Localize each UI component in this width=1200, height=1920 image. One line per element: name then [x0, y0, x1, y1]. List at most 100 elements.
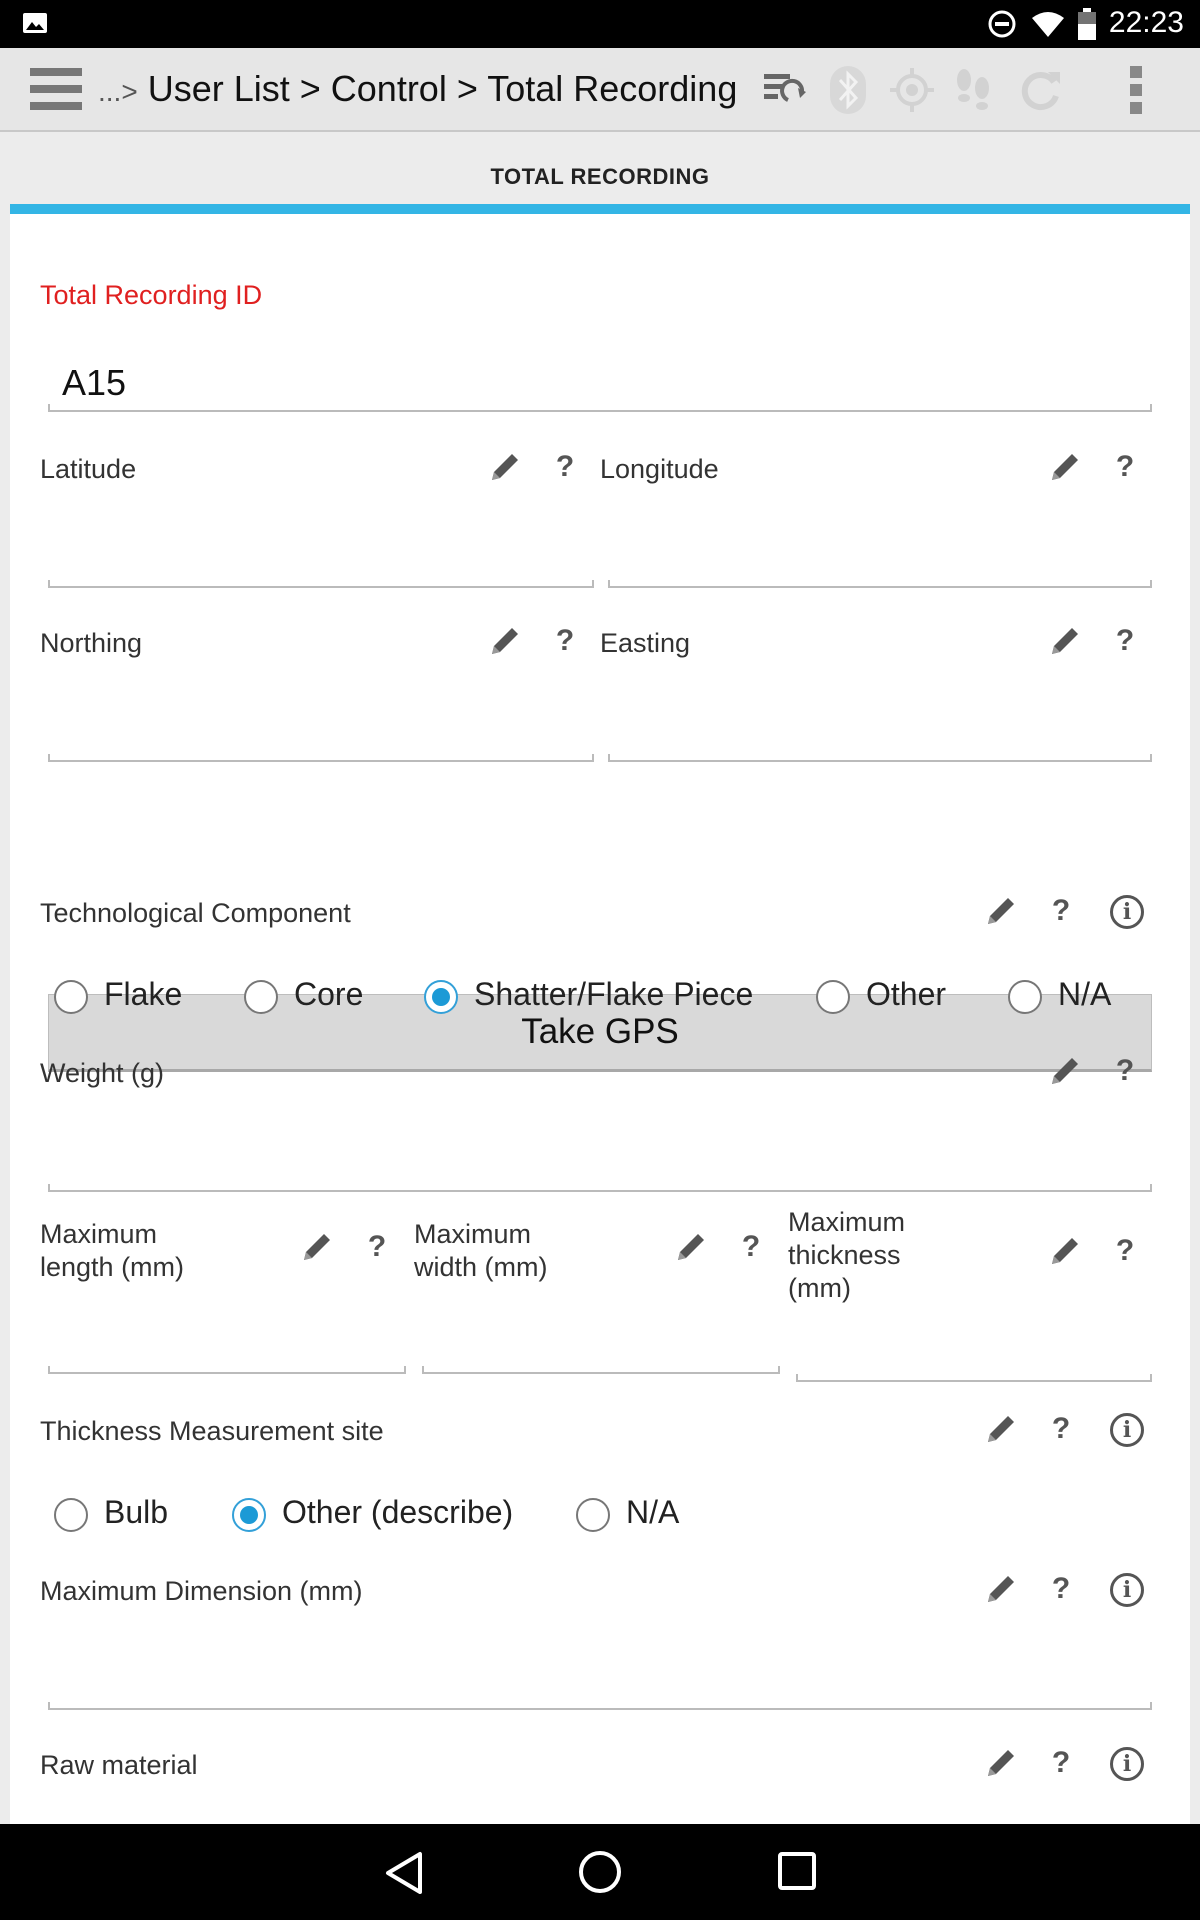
weight-edit-pencil-icon[interactable]	[1048, 1054, 1082, 1088]
max-dimension-field[interactable]	[48, 1702, 1152, 1710]
max-width-edit-pencil-icon[interactable]	[674, 1230, 708, 1264]
max-length-label-line2: length (mm)	[40, 1252, 185, 1282]
max-dimension-help-icon[interactable]: ?	[1046, 1572, 1076, 1606]
northing-field[interactable]	[48, 754, 594, 762]
do-not-disturb-icon	[988, 10, 1016, 38]
recording-id-value: A15	[62, 362, 127, 403]
radio-other-describe[interactable]	[232, 1498, 266, 1532]
max-width-help-icon[interactable]: ?	[736, 1230, 766, 1264]
thickness-site-label: Thickness Measurement site	[40, 1416, 384, 1446]
raw-material-help-icon[interactable]: ?	[1046, 1746, 1076, 1780]
menu-icon[interactable]	[30, 68, 82, 110]
max-thickness-field[interactable]	[796, 1374, 1152, 1382]
action-bar: ...> User List > Control > Total Recordi…	[0, 48, 1200, 132]
max-thickness-edit-pencil-icon[interactable]	[1048, 1234, 1082, 1268]
navigation-bar	[0, 1824, 1200, 1920]
weight-help-icon[interactable]: ?	[1110, 1054, 1140, 1088]
tech-component-info-icon[interactable]: i	[1110, 895, 1144, 929]
radio-thickness-na[interactable]	[576, 1498, 610, 1532]
max-thickness-label-line2: thickness	[788, 1240, 901, 1270]
radio-shatter-flake-piece-label: Shatter/Flake Piece	[474, 976, 754, 1012]
overflow-menu-icon[interactable]	[1128, 64, 1144, 116]
weight-field[interactable]	[48, 1184, 1152, 1192]
radio-na[interactable]	[1008, 980, 1042, 1014]
clock: 22:23	[1108, 6, 1184, 39]
max-width-label-line1: Maximum	[414, 1219, 532, 1249]
refresh-icon[interactable]	[1018, 68, 1062, 112]
back-icon[interactable]	[382, 1850, 426, 1896]
max-dimension-edit-pencil-icon[interactable]	[984, 1572, 1018, 1606]
tech-component-label: Technological Component	[40, 898, 351, 928]
radio-other-describe-label: Other (describe)	[282, 1494, 514, 1530]
max-width-label-line2: width (mm)	[414, 1252, 548, 1282]
easting-edit-pencil-icon[interactable]	[1048, 624, 1082, 658]
tab-total-recording[interactable]: TOTAL RECORDING	[10, 132, 1190, 212]
northing-label: Northing	[40, 628, 143, 658]
longitude-edit-pencil-icon[interactable]	[1048, 450, 1082, 484]
longitude-help-icon[interactable]: ?	[1110, 450, 1140, 484]
easting-field[interactable]	[608, 754, 1152, 762]
radio-flake-label: Flake	[104, 976, 183, 1012]
max-width-field[interactable]	[422, 1366, 780, 1374]
max-thickness-label-line1: Maximum	[788, 1207, 906, 1237]
northing-edit-pencil-icon[interactable]	[488, 624, 522, 658]
tab-indicator	[10, 204, 1190, 214]
max-thickness-help-icon[interactable]: ?	[1110, 1234, 1140, 1268]
breadcrumb-path: User List > Control > Total Recording	[147, 68, 738, 109]
footsteps-icon[interactable]	[952, 66, 996, 114]
form-panel: Total Recording ID A15 Latitude ? Longit…	[10, 214, 1190, 1824]
max-width-label: Maximum width (mm)	[414, 1218, 548, 1284]
battery-icon	[1078, 8, 1096, 40]
max-length-field[interactable]	[48, 1366, 406, 1374]
radio-na-label: N/A	[1058, 976, 1112, 1012]
raw-material-info-icon[interactable]: i	[1110, 1747, 1144, 1781]
radio-bulb[interactable]	[54, 1498, 88, 1532]
gallery-notification-icon	[23, 13, 47, 33]
radio-other-label: Other	[866, 976, 947, 1012]
status-bar: 22:23	[0, 0, 1200, 48]
thickness-site-edit-pencil-icon[interactable]	[984, 1412, 1018, 1446]
longitude-field[interactable]	[608, 580, 1152, 588]
recording-id-field[interactable]	[48, 404, 1152, 412]
sync-list-icon[interactable]	[762, 70, 806, 110]
latitude-label: Latitude	[40, 454, 137, 484]
longitude-label: Longitude	[600, 454, 719, 484]
radio-core-label: Core	[294, 976, 364, 1012]
raw-material-label: Raw material	[40, 1750, 198, 1780]
tab-label: TOTAL RECORDING	[490, 164, 710, 189]
breadcrumb-prefix: ...>	[98, 76, 138, 107]
home-icon[interactable]	[576, 1848, 624, 1896]
gps-target-icon[interactable]	[890, 68, 934, 112]
max-length-label: Maximum length (mm)	[40, 1218, 184, 1284]
latitude-edit-pencil-icon[interactable]	[488, 450, 522, 484]
thickness-site-help-icon[interactable]: ?	[1046, 1412, 1076, 1446]
radio-thickness-na-label: N/A	[626, 1494, 680, 1530]
max-length-help-icon[interactable]: ?	[362, 1230, 392, 1264]
tech-component-help-icon[interactable]: ?	[1046, 894, 1076, 928]
latitude-help-icon[interactable]: ?	[550, 450, 580, 484]
easting-help-icon[interactable]: ?	[1110, 624, 1140, 658]
max-dimension-info-icon[interactable]: i	[1110, 1573, 1144, 1607]
radio-shatter-flake-piece[interactable]	[424, 980, 458, 1014]
easting-label: Easting	[600, 628, 691, 658]
latitude-field[interactable]	[48, 580, 594, 588]
radio-other[interactable]	[816, 980, 850, 1014]
wifi-icon	[1032, 12, 1064, 37]
northing-help-icon[interactable]: ?	[550, 624, 580, 658]
max-dimension-label: Maximum Dimension (mm)	[40, 1576, 363, 1606]
max-thickness-label-line3: (mm)	[788, 1273, 851, 1303]
recents-icon[interactable]	[776, 1850, 820, 1894]
thickness-site-info-icon[interactable]: i	[1110, 1413, 1144, 1447]
recording-id-label: Total Recording ID	[40, 280, 263, 310]
radio-bulb-label: Bulb	[104, 1494, 169, 1530]
breadcrumb[interactable]: ...> User List > Control > Total Recordi…	[98, 68, 737, 110]
bluetooth-icon[interactable]	[828, 64, 868, 116]
tech-component-edit-pencil-icon[interactable]	[984, 894, 1018, 928]
radio-core[interactable]	[244, 980, 278, 1014]
radio-flake[interactable]	[54, 980, 88, 1014]
max-thickness-label: Maximum thickness (mm)	[788, 1206, 905, 1305]
max-length-label-line1: Maximum	[40, 1219, 158, 1249]
raw-material-edit-pencil-icon[interactable]	[984, 1746, 1018, 1780]
max-length-edit-pencil-icon[interactable]	[300, 1230, 334, 1264]
weight-label: Weight (g)	[40, 1058, 165, 1088]
